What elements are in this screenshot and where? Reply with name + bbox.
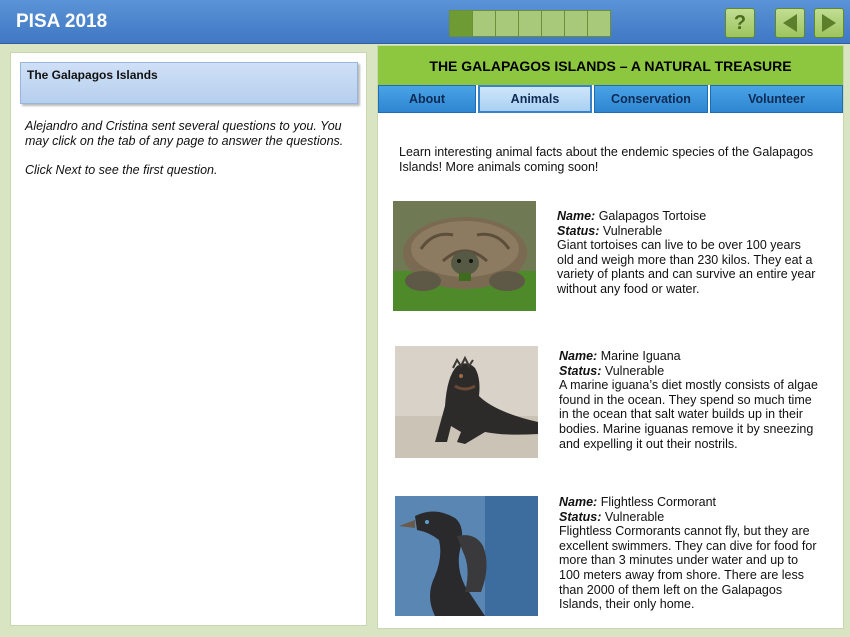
top-bar: PISA 2018 ?	[0, 0, 850, 44]
question-icon: ?	[733, 11, 747, 34]
cormorant-info: Name: Flightless Cormorant Status: Vulne…	[559, 495, 819, 612]
animal-name: Galapagos Tortoise	[598, 209, 707, 223]
progress-segment	[473, 11, 495, 36]
animal-name: Flightless Cormorant	[600, 495, 717, 509]
name-label: Name:	[559, 349, 598, 363]
progress-bar	[449, 10, 611, 37]
website-panel: THE GALAPAGOS ISLANDS – A NATURAL TREASU…	[377, 45, 844, 629]
animal-status: Vulnerable	[602, 223, 663, 238]
cormorant-photo	[395, 496, 538, 616]
instructions-paragraph: Click Next to see the first question.	[25, 163, 218, 177]
name-label: Name:	[559, 495, 598, 509]
iguana-info: Name: Marine Iguana Status: Vulnerable A…	[559, 349, 819, 451]
progress-segment	[565, 11, 587, 36]
app-title: PISA 2018	[16, 11, 108, 32]
progress-segment	[519, 11, 541, 36]
instructions-header: The Galapagos Islands	[20, 62, 358, 104]
instructions-panel: The Galapagos Islands Alejandro and Cris…	[10, 52, 367, 626]
status-label: Status:	[559, 509, 602, 524]
animal-status: Vulnerable	[604, 509, 665, 524]
animals-intro: Learn interesting animal facts about the…	[399, 145, 814, 174]
instructions-text: Alejandro and Cristina sent several ques…	[25, 119, 355, 178]
tab-conservation[interactable]: Conservation	[594, 85, 708, 113]
site-title: THE GALAPAGOS ISLANDS – A NATURAL TREASU…	[378, 46, 843, 85]
animal-status: Vulnerable	[604, 363, 665, 378]
progress-segment	[496, 11, 518, 36]
tab-animals[interactable]: Animals	[478, 85, 592, 113]
arrow-left-icon	[783, 14, 797, 32]
instructions-paragraph: Alejandro and Cristina sent several ques…	[25, 119, 344, 148]
status-label: Status:	[557, 223, 600, 238]
animal-name: Marine Iguana	[600, 349, 681, 363]
animal-description: Flightless Cormorants cannot fly, but th…	[559, 524, 817, 612]
tab-volunteer[interactable]: Volunteer	[710, 85, 843, 113]
tortoise-photo	[393, 201, 536, 311]
tortoise-info: Name: Galapagos Tortoise Status: Vulnera…	[557, 209, 817, 297]
iguana-photo	[395, 346, 538, 458]
animal-description: A marine iguana’s diet mostly consists o…	[559, 378, 818, 451]
site-tabs: About Animals Conservation Volunteer	[378, 85, 843, 113]
animal-description: Giant tortoises can live to be over 100 …	[557, 238, 816, 296]
name-label: Name:	[557, 209, 596, 223]
progress-segment	[542, 11, 564, 36]
progress-segment	[450, 11, 472, 36]
progress-segment	[588, 11, 610, 36]
arrow-right-icon	[822, 14, 836, 32]
help-button[interactable]: ?	[725, 8, 755, 38]
back-button[interactable]	[775, 8, 805, 38]
next-button[interactable]	[814, 8, 844, 38]
status-label: Status:	[559, 363, 602, 378]
tab-about[interactable]: About	[378, 85, 476, 113]
